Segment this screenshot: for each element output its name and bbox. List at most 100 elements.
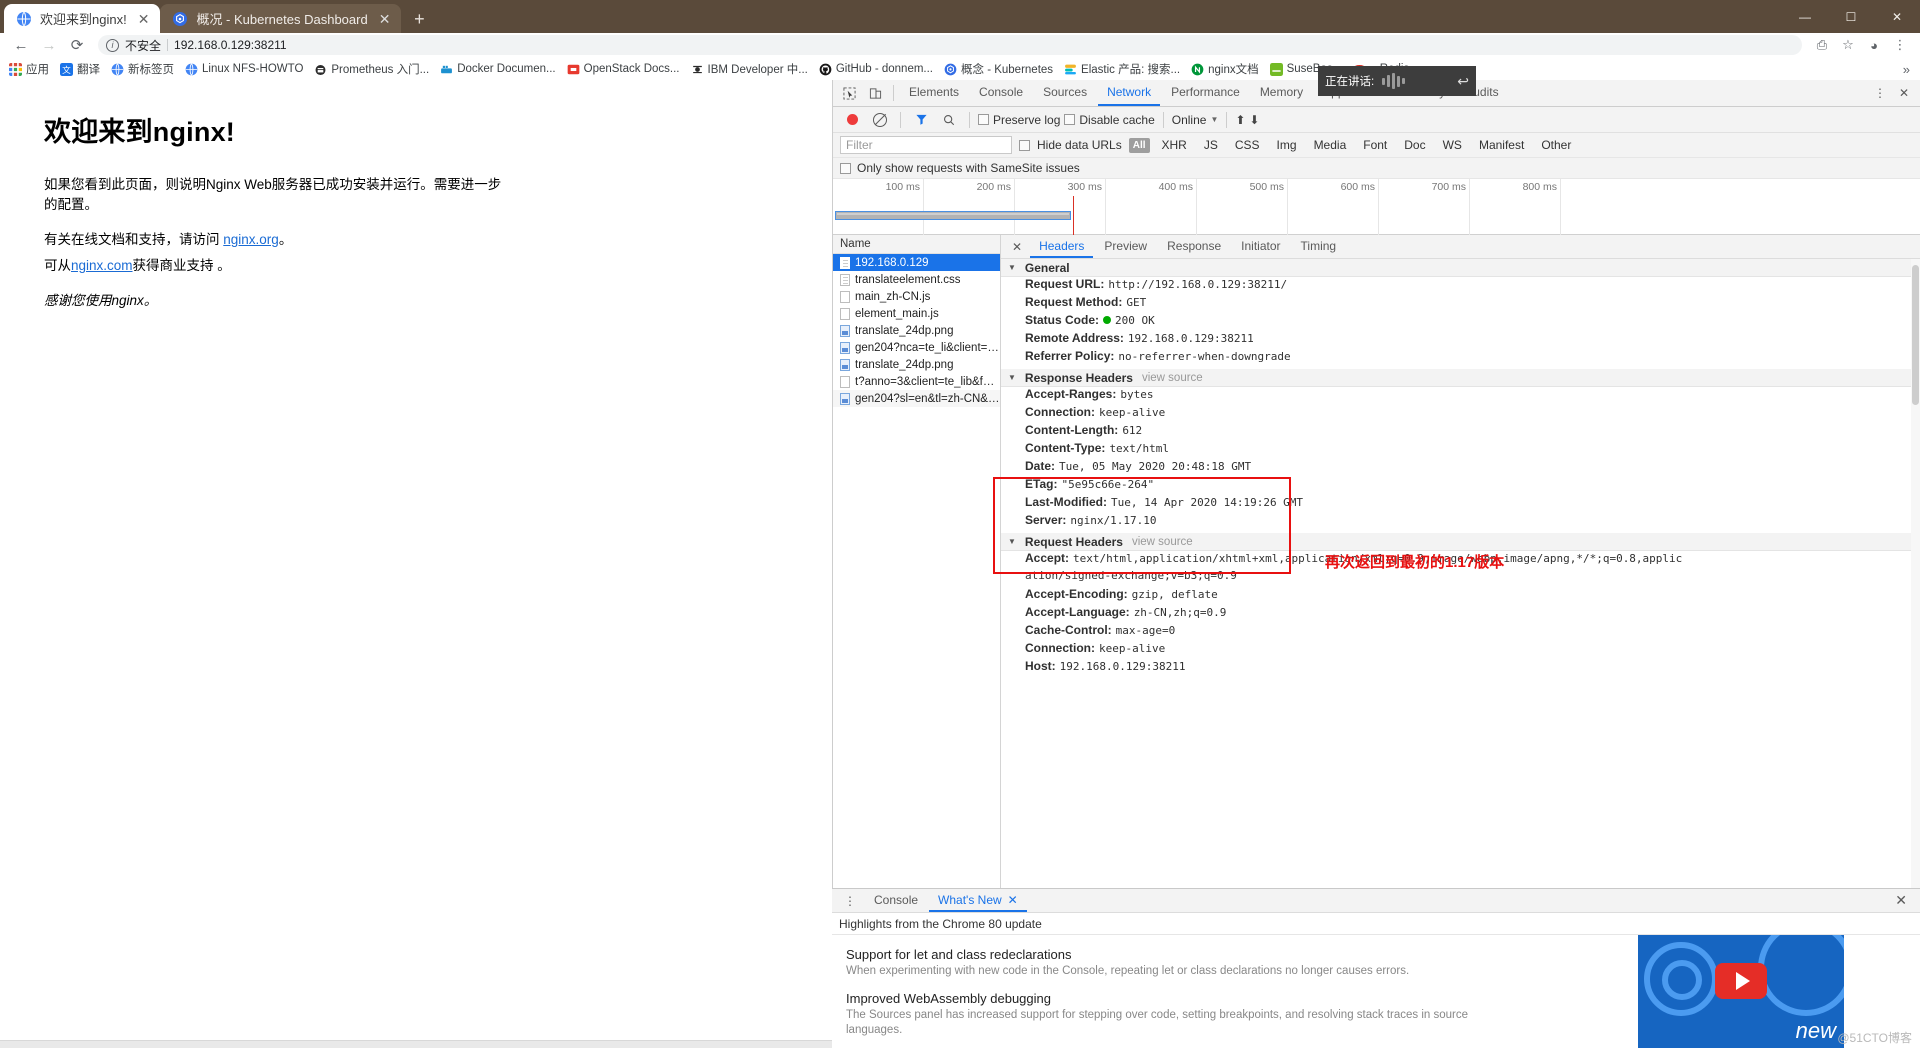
devtools-tab-memory[interactable]: Memory bbox=[1251, 80, 1312, 106]
drawer-tab-whats-new[interactable]: What's New ✕ bbox=[929, 889, 1027, 912]
response-headers-section-header[interactable]: ▼ Response Headers view source bbox=[1001, 369, 1920, 387]
detail-close-icon[interactable]: ✕ bbox=[1006, 240, 1028, 254]
bookmark-ibm-developer[interactable]: IBM Developer 中... bbox=[686, 59, 813, 79]
request-row-192-168-0-129[interactable]: 192.168.0.129 bbox=[833, 254, 1000, 271]
bookmark-translate[interactable]: 文 翻译 bbox=[55, 59, 105, 79]
request-row-element-main-js[interactable]: element_main.js bbox=[833, 305, 1000, 322]
nginx-com-link[interactable]: nginx.com bbox=[71, 258, 133, 273]
clear-button[interactable] bbox=[868, 108, 892, 132]
bookmark-openstack[interactable]: OpenStack Docs... bbox=[562, 61, 685, 78]
view-source-link[interactable]: view source bbox=[1142, 372, 1203, 384]
disable-cache-checkbox[interactable] bbox=[1064, 114, 1076, 125]
drawer-tab-console[interactable]: Console bbox=[865, 889, 927, 912]
detail-tab-initiator[interactable]: Initiator bbox=[1232, 235, 1289, 258]
bookmark-star-icon[interactable]: ☆ bbox=[1836, 34, 1860, 56]
devtools-tab-network[interactable]: Network bbox=[1098, 80, 1161, 106]
nginx-org-link[interactable]: nginx.org bbox=[223, 232, 279, 247]
device-toolbar-icon[interactable] bbox=[863, 81, 887, 105]
bookmark-linux-nfs[interactable]: Linux NFS-HOWTO bbox=[180, 61, 308, 78]
type-filter-manifest[interactable]: Manifest bbox=[1474, 137, 1529, 153]
request-row-gen204-nca[interactable]: gen204?nca=te_li&client=te_li... bbox=[833, 339, 1000, 356]
detail-tab-response[interactable]: Response bbox=[1158, 235, 1230, 258]
devtools-tab-console[interactable]: Console bbox=[970, 80, 1032, 106]
detail-tab-timing[interactable]: Timing bbox=[1292, 235, 1346, 258]
bookmark-kubernetes-concepts[interactable]: 概念 - Kubernetes bbox=[939, 59, 1058, 79]
devtools-tab-sources[interactable]: Sources bbox=[1034, 80, 1096, 106]
detail-tab-headers[interactable]: Headers bbox=[1030, 235, 1094, 258]
bookmark-elastic[interactable]: Elastic 产品: 搜索... bbox=[1059, 59, 1185, 79]
whats-new-item-title[interactable]: Improved WebAssembly debugging bbox=[846, 991, 1506, 1006]
browser-tab-kubernetes[interactable]: 概况 - Kubernetes Dashboard ✕ bbox=[160, 4, 402, 33]
bookmark-newtab[interactable]: 新标签页 bbox=[106, 59, 179, 79]
drawer-close-icon[interactable]: ✕ bbox=[1887, 892, 1915, 909]
network-overview-timeline[interactable]: 100 ms 200 ms 300 ms 400 ms 500 ms 600 m… bbox=[833, 179, 1920, 235]
bookmark-nginx-docs[interactable]: nginx文档 bbox=[1186, 59, 1264, 79]
request-row-translateelement-css[interactable]: translateelement.css bbox=[833, 271, 1000, 288]
request-headers-section-header[interactable]: ▼ Request Headers view source bbox=[1001, 533, 1920, 551]
tab-close-icon[interactable]: ✕ bbox=[135, 12, 153, 26]
type-filter-all[interactable]: All bbox=[1128, 137, 1150, 153]
type-filter-js[interactable]: JS bbox=[1199, 137, 1223, 153]
drawer-menu-icon[interactable]: ⋮ bbox=[837, 895, 863, 907]
hide-data-urls-checkbox[interactable] bbox=[1019, 139, 1030, 151]
type-filter-doc[interactable]: Doc bbox=[1399, 137, 1430, 153]
site-info-icon[interactable]: i bbox=[106, 38, 119, 52]
maximize-button[interactable]: ☐ bbox=[1828, 0, 1874, 33]
whats-new-body[interactable]: Support for let and class redeclarations… bbox=[832, 935, 1920, 1048]
bookmark-github[interactable]: GitHub - donnem... bbox=[814, 61, 938, 78]
samesite-checkbox[interactable] bbox=[840, 162, 851, 174]
request-row-translate-24dp-png-1[interactable]: translate_24dp.png bbox=[833, 322, 1000, 339]
close-window-button[interactable]: ✕ bbox=[1874, 0, 1920, 33]
undo-icon[interactable]: ↩ bbox=[1457, 73, 1469, 90]
request-row-gen204-sl[interactable]: gen204?sl=en&tl=zh-CN&tex... bbox=[833, 390, 1000, 407]
devtools-close-icon[interactable]: ✕ bbox=[1892, 81, 1916, 105]
filter-input[interactable]: Filter bbox=[840, 136, 1012, 154]
import-har-icon[interactable] bbox=[1235, 113, 1245, 127]
view-source-link[interactable]: view source bbox=[1132, 536, 1193, 548]
filter-button[interactable] bbox=[909, 108, 933, 132]
browser-tab-nginx[interactable]: 欢迎来到nginx! ✕ bbox=[4, 4, 161, 33]
browser-menu-icon[interactable]: ⋮ bbox=[1888, 34, 1912, 56]
bookmark-docker[interactable]: Docker Documen... bbox=[435, 61, 560, 78]
bookmarks-overflow-button[interactable]: » bbox=[1903, 62, 1916, 77]
whats-new-video-thumbnail[interactable]: new bbox=[1638, 935, 1844, 1048]
devtools-tab-elements[interactable]: Elements bbox=[900, 80, 968, 106]
cast-icon[interactable]: ⎙ bbox=[1810, 34, 1834, 56]
address-bar-url[interactable]: 192.168.0.129:38211 bbox=[174, 38, 287, 52]
tab-close-icon[interactable]: ✕ bbox=[376, 12, 394, 26]
type-filter-css[interactable]: CSS bbox=[1230, 137, 1265, 153]
throttling-select[interactable]: Online bbox=[1172, 113, 1207, 127]
request-row-translate-24dp-png-2[interactable]: translate_24dp.png bbox=[833, 356, 1000, 373]
devtools-more-icon[interactable]: ⋮ bbox=[1868, 81, 1892, 105]
address-bar[interactable]: i 不安全 192.168.0.129:38211 bbox=[98, 35, 1802, 55]
type-filter-media[interactable]: Media bbox=[1309, 137, 1352, 153]
profile-avatar-icon[interactable]: ◕ bbox=[1862, 34, 1886, 56]
request-row-t-anno[interactable]: t?anno=3&client=te_lib&form... bbox=[833, 373, 1000, 390]
detail-tab-preview[interactable]: Preview bbox=[1095, 235, 1156, 258]
overview-selection-band[interactable] bbox=[835, 211, 1071, 220]
search-button[interactable] bbox=[937, 108, 961, 132]
headers-scrollbar-thumb[interactable] bbox=[1912, 265, 1919, 405]
preserve-log-checkbox[interactable] bbox=[978, 114, 989, 125]
youtube-play-icon[interactable] bbox=[1715, 962, 1767, 999]
bookmark-prometheus[interactable]: Prometheus 入门... bbox=[309, 59, 434, 79]
drawer-tab-close-icon[interactable]: ✕ bbox=[1008, 893, 1018, 907]
new-tab-button[interactable]: + bbox=[405, 5, 433, 33]
whats-new-item-title[interactable]: Support for let and class redeclarations bbox=[846, 947, 1506, 962]
inspect-cursor-icon[interactable] bbox=[837, 81, 861, 105]
forward-button[interactable]: → bbox=[36, 34, 62, 56]
chevron-down-icon[interactable]: ▼ bbox=[1210, 115, 1218, 124]
record-button[interactable] bbox=[840, 108, 864, 132]
type-filter-xhr[interactable]: XHR bbox=[1157, 137, 1192, 153]
request-column-header[interactable]: Name bbox=[833, 235, 1000, 254]
type-filter-other[interactable]: Other bbox=[1536, 137, 1576, 153]
reload-button[interactable]: ⟳ bbox=[64, 34, 90, 56]
type-filter-img[interactable]: Img bbox=[1272, 137, 1302, 153]
bookmark-apps[interactable]: 应用 bbox=[4, 59, 54, 79]
devtools-tab-performance[interactable]: Performance bbox=[1162, 80, 1249, 106]
type-filter-font[interactable]: Font bbox=[1358, 137, 1392, 153]
back-button[interactable]: ← bbox=[8, 34, 34, 56]
request-row-main-zh-cn-js[interactable]: main_zh-CN.js bbox=[833, 288, 1000, 305]
type-filter-ws[interactable]: WS bbox=[1438, 137, 1467, 153]
minimize-button[interactable]: — bbox=[1782, 0, 1828, 33]
